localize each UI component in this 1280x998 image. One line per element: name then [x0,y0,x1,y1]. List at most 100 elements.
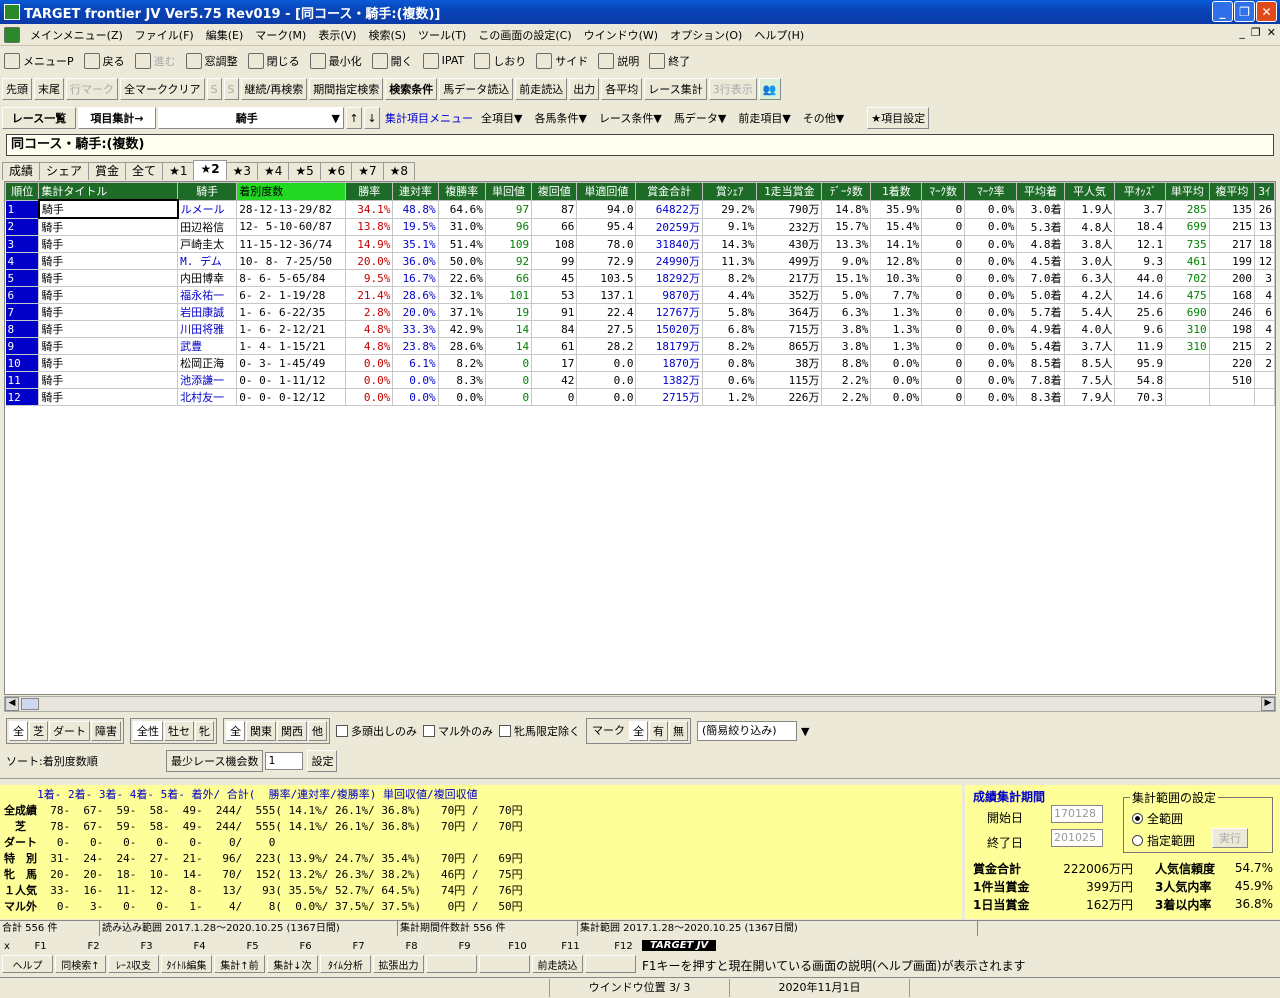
region-filter-option[interactable]: 関東 [246,721,276,741]
scroll-left-icon[interactable]: ◀ [5,697,19,711]
column-header[interactable]: 騎手 [177,182,238,201]
column-header[interactable]: 連対率 [392,182,439,201]
menu-item[interactable]: ヘルプ(H) [748,27,810,43]
move-up-button[interactable]: ↑ [346,107,362,129]
tab-item[interactable]: 成績 [2,162,41,180]
toolbar-pat-button[interactable]: IPAT [422,52,464,69]
table-row[interactable]: 7 騎手 岩田康誠 1- 6- 6-22/35 2.8% 20.0% 37.1% 19 91 22… [5,303,1275,321]
mdi-restore-icon[interactable]: ❐ [1251,26,1261,39]
start-date-field[interactable]: 170128 [1051,805,1103,823]
column-header[interactable]: ﾏｰｸ数 [921,182,966,201]
tab-item[interactable]: ★6 [319,162,353,180]
toolbar2-button[interactable]: 行マーク [66,78,118,100]
column-header[interactable]: 順位 [5,182,40,201]
condition-menu[interactable]: 全項目▼ [478,107,526,129]
mark-option[interactable]: 無 [669,721,688,741]
condition-menu[interactable]: 各馬条件▼ [531,107,590,129]
mdi-close-icon[interactable]: ✕ [1267,26,1276,39]
column-header[interactable]: 着別度数 [236,182,347,201]
menu-item[interactable]: マーク(M) [249,27,312,43]
table-row[interactable]: 4 騎手 M. デム 10- 8- 7-25/50 20.0% 36.0% 50.0% 92 9… [5,252,1275,270]
region-filter-option[interactable]: 関西 [277,721,307,741]
tab-item[interactable]: ★1 [162,162,195,180]
results-grid[interactable]: 順位 集計タイトル 騎手 着別度数 勝率 連対率 複勝率 単回値 複回値 単適回値 賞金合計 賞ｼｪｱ… [4,181,1276,695]
fkey-button[interactable]: 前走読込 [532,955,583,973]
region-filter-option[interactable]: 他 [308,721,327,741]
column-header[interactable]: 単適回値 [576,182,637,201]
column-header[interactable]: 3ｲ [1253,182,1275,201]
app-menu-icon[interactable] [4,26,20,43]
table-row[interactable]: 12 騎手 北村友一 0- 0- 0-12/12 0.0% 0.0% 0.0% 0 0 0.0 27… [5,388,1275,406]
toolbar-menu-button[interactable]: メニューP [4,52,74,69]
fkey-button[interactable] [585,955,636,973]
scroll-thumb[interactable] [21,698,39,710]
splitter[interactable] [0,778,1280,784]
close-icon[interactable]: ✕ [1256,1,1277,22]
mark-option[interactable]: 全 [629,721,648,741]
toolbar-down-arrow-button[interactable]: 進む [134,52,176,69]
fkey-button[interactable]: ﾀｲﾄﾙ編集 [161,955,212,973]
table-row[interactable]: 10 騎手 松岡正海 0- 3- 1-45/49 0.0% 6.1% 8.2% 0 17 0.0 1… [5,354,1275,372]
fkey-button[interactable]: 拡張出力 [373,955,424,973]
column-header[interactable]: 単平均 [1165,182,1210,201]
toolbar-up-arrow-button[interactable]: 戻る [83,52,125,69]
column-header[interactable]: 賞ｼｪｱ [701,182,758,201]
column-header[interactable]: 複平均 [1208,182,1255,201]
item-aggregate-button[interactable]: 項目集計→ [78,107,156,129]
column-header[interactable]: 勝率 [345,182,394,201]
menu-item[interactable]: 表示(V) [312,27,362,43]
fkey-button[interactable] [479,955,530,973]
table-row[interactable]: 11 騎手 池添謙一 0- 0- 1-11/12 0.0% 0.0% 8.3% 0 42 0.0 1… [5,371,1275,389]
fkey-button[interactable]: ヘルプ [2,955,53,973]
tab-item[interactable]: ★8 [382,162,416,180]
toolbar2-button[interactable]: 前走読込 [515,78,568,100]
surface-filter-option[interactable]: ダート [49,721,90,741]
tab-item[interactable]: ★3 [225,162,258,180]
fkey-button[interactable]: ﾀｲﾑ分析 [320,955,371,973]
column-header[interactable]: 平人気 [1063,182,1116,201]
column-header[interactable]: 平均着 [1016,182,1065,201]
filter-checkbox[interactable]: 牝馬限定除く [499,723,580,739]
menu-item[interactable]: ウインドウ(W) [578,27,664,43]
table-row[interactable]: 3 騎手 戸崎圭太 11-15-12-36/74 14.9% 35.1% 51.4% 109 1… [5,235,1275,253]
toolbar2-button[interactable]: 検索条件 [385,78,438,100]
agg-item-menu[interactable]: 集計項目メニュー [382,107,476,129]
toolbar-minimize-button[interactable]: 最小化 [309,52,362,69]
column-header[interactable]: 複勝率 [437,182,486,201]
column-header[interactable]: 複回値 [531,182,578,201]
fkey-button[interactable]: ﾚｰｽ収支 [108,955,159,973]
tab-item[interactable]: ★4 [256,162,290,180]
toolbar-side-button[interactable]: サイド [536,52,588,69]
toolbar2-button[interactable]: S [223,78,239,100]
column-header[interactable]: 賞金合計 [635,182,703,201]
quick-filter[interactable]: (簡易絞り込み) ▼ [697,721,809,741]
toolbar-open-button[interactable]: 開く [371,52,413,69]
menu-item[interactable]: この画面の設定(C) [472,27,577,43]
table-row[interactable]: 6 騎手 福永祐一 6- 2- 1-19/28 21.4% 28.6% 32.1% 101 53… [5,286,1275,304]
toolbar2-button[interactable]: レース集計 [644,78,707,100]
sex-filter-option[interactable]: 牝 [195,721,214,741]
sex-filter-option[interactable]: 全性 [133,721,163,741]
mark-option[interactable]: 有 [649,721,668,741]
tab-item[interactable]: ★2 [193,160,227,180]
mdi-minimize-icon[interactable]: _ [1239,26,1245,39]
menu-item[interactable]: ツール(T) [412,27,472,43]
toolbar2-button[interactable]: 全マーククリア [120,78,205,100]
tab-item[interactable]: 賞金 [88,162,127,180]
toolbar-window-button[interactable]: 窓調整 [185,52,238,69]
surface-filter-option[interactable]: 芝 [29,721,48,741]
toolbar2-button[interactable]: 3行表示 [708,78,757,100]
run-button[interactable]: 実行 [1212,828,1248,848]
tab-item[interactable]: 全て [125,162,164,180]
table-row[interactable]: 1 騎手 ルメール 28-12-13-29/82 34.1% 48.8% 64.6% 97 87… [5,199,1275,219]
condition-menu[interactable]: その他▼ [799,107,848,129]
close-panel-icon[interactable]: x [0,941,14,952]
table-row[interactable]: 8 騎手 川田将雅 1- 6- 2-12/21 4.8% 33.3% 42.9% 14 84 27… [5,320,1275,338]
surface-filter-option[interactable]: 全 [9,721,28,741]
toolbar2-button[interactable]: 馬データ読込 [439,78,514,100]
column-header[interactable]: ﾏｰｸ率 [964,182,1018,201]
tab-item[interactable]: ★5 [288,162,321,180]
column-header[interactable]: 集計タイトル [38,182,179,201]
scroll-right-icon[interactable]: ▶ [1261,697,1275,711]
set-button[interactable]: 設定 [307,750,338,772]
